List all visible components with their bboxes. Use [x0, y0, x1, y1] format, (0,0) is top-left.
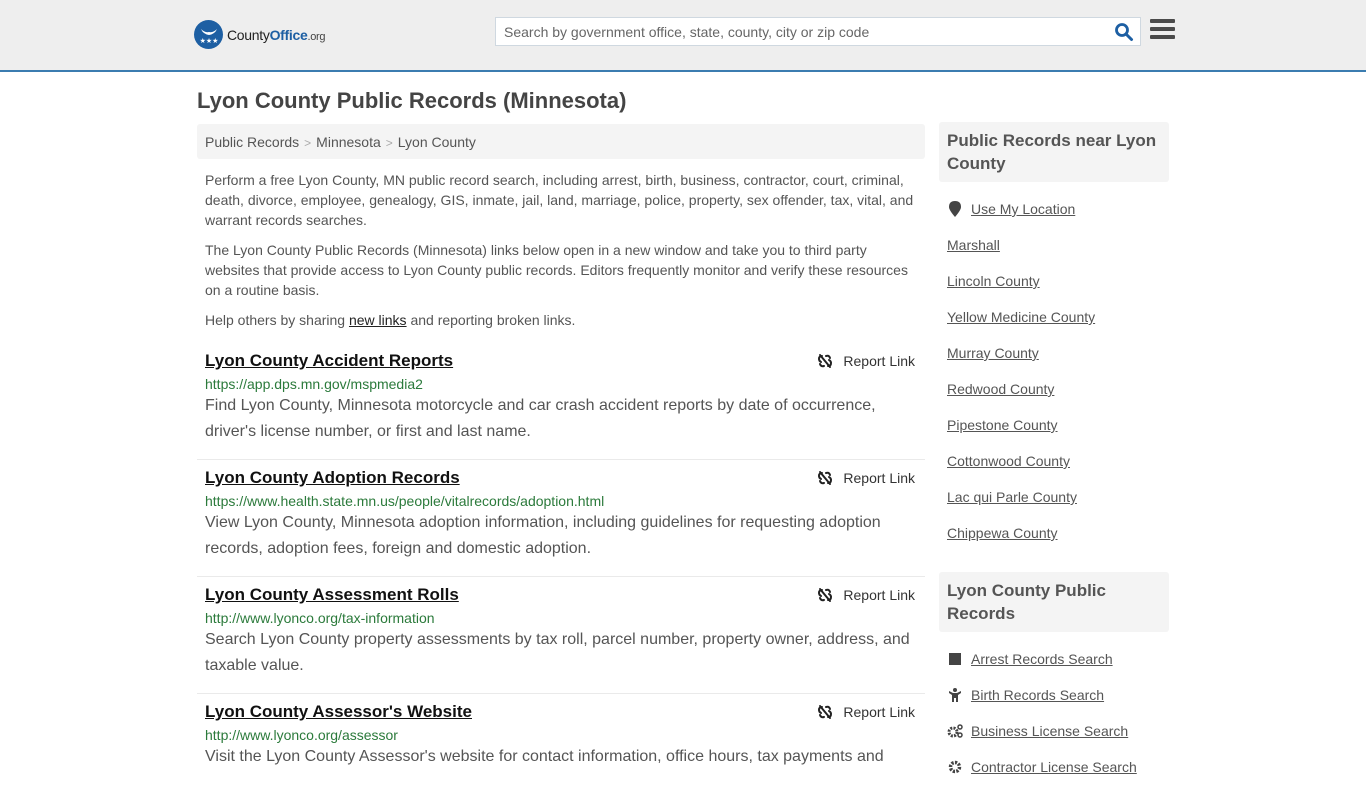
new-links-link[interactable]: new links	[349, 312, 407, 328]
record-item: Lyon County Accident Reports https://app…	[197, 343, 925, 460]
record-title-link[interactable]: Lyon County Assessor's Website	[205, 702, 472, 722]
site-logo[interactable]: ★★★ CountyOffice.org	[194, 20, 326, 49]
record-item: Lyon County Assessment Rolls http://www.…	[197, 577, 925, 694]
use-my-location-item: Use My Location	[947, 191, 1161, 227]
sidebar-item-nearby: Cottonwood County	[947, 443, 1161, 479]
sidebar-item-nearby: Marshall	[947, 227, 1161, 263]
broken-link-icon	[818, 705, 833, 719]
broken-link-icon	[818, 471, 833, 485]
hamburger-menu-button[interactable]	[1150, 19, 1175, 41]
search-button[interactable]	[1114, 22, 1134, 42]
site-header: ★★★ CountyOffice.org	[0, 0, 1366, 72]
intro-paragraph-1: Perform a free Lyon County, MN public re…	[205, 172, 914, 228]
business-license-link[interactable]: Business License Search	[971, 723, 1128, 739]
contractor-license-link[interactable]: Contractor License Search	[971, 759, 1137, 775]
breadcrumb-separator: >	[385, 136, 393, 150]
sidebar-county-records: Lyon County Public Records Arrest Record…	[939, 572, 1169, 785]
sidebar-item-nearby: Pipestone County	[947, 407, 1161, 443]
nearby-link[interactable]: Yellow Medicine County	[947, 309, 1095, 325]
nearby-link[interactable]: Murray County	[947, 345, 1039, 361]
nearby-link[interactable]: Cottonwood County	[947, 453, 1070, 469]
logo-text: CountyOffice.org	[227, 26, 326, 43]
record-item: Lyon County Assessor's Website http://ww…	[197, 694, 925, 811]
sidebar-item-nearby: Yellow Medicine County	[947, 299, 1161, 335]
sidebar-item-nearby: Lac qui Parle County	[947, 479, 1161, 515]
sidebar-nearby-heading: Public Records near Lyon County	[939, 122, 1169, 182]
record-description: Find Lyon County, Minnesota motorcycle a…	[205, 397, 876, 440]
menu-bar-icon	[1150, 27, 1175, 31]
map-marker-icon	[947, 201, 963, 217]
search-input[interactable]	[496, 18, 1096, 45]
breadcrumb-public-records[interactable]: Public Records	[205, 134, 299, 150]
records-list: Lyon County Accident Reports https://app…	[197, 343, 925, 811]
breadcrumb-separator: >	[304, 136, 312, 150]
record-title-link[interactable]: Lyon County Accident Reports	[205, 351, 453, 371]
breadcrumb: Public Records > Minnesota > Lyon County	[197, 124, 925, 159]
search-box	[495, 17, 1141, 46]
record-title-link[interactable]: Lyon County Adoption Records	[205, 468, 460, 488]
sidebar-item-nearby: Murray County	[947, 335, 1161, 371]
breadcrumb-minnesota[interactable]: Minnesota	[316, 134, 381, 150]
svg-text:★★★: ★★★	[199, 37, 218, 45]
sidebar-item-business-license: Business License Search	[947, 713, 1161, 749]
search-icon	[1115, 23, 1133, 41]
record-item: Lyon County Adoption Records https://www…	[197, 460, 925, 577]
sidebar-item-nearby: Lincoln County	[947, 263, 1161, 299]
menu-bar-icon	[1150, 35, 1175, 39]
sidebar-item-birth-records: Birth Records Search	[947, 677, 1161, 713]
record-description: Search Lyon County property assessments …	[205, 631, 910, 674]
nearby-link[interactable]: Lincoln County	[947, 273, 1040, 289]
broken-link-icon	[818, 588, 833, 602]
broken-link-icon	[818, 354, 833, 368]
nearby-link[interactable]: Pipestone County	[947, 417, 1058, 433]
menu-bar-icon	[1150, 19, 1175, 23]
report-link-button[interactable]: Report Link	[817, 704, 915, 720]
report-link-button[interactable]: Report Link	[817, 470, 915, 486]
nearby-link[interactable]: Marshall	[947, 237, 1000, 253]
record-description: View Lyon County, Minnesota adoption inf…	[205, 514, 881, 557]
sidebar-county-records-heading: Lyon County Public Records	[939, 572, 1169, 632]
square-icon	[947, 653, 963, 665]
report-link-button[interactable]: Report Link	[817, 587, 915, 603]
gears-icon	[947, 724, 963, 738]
record-url[interactable]: https://app.dps.mn.gov/mspmedia2	[205, 376, 917, 392]
sidebar-item-contractor-license: Contractor License Search	[947, 749, 1161, 785]
page-title: Lyon County Public Records (Minnesota)	[197, 88, 627, 113]
sidebar-item-arrest-records: Arrest Records Search	[947, 641, 1161, 677]
nearby-link[interactable]: Lac qui Parle County	[947, 489, 1077, 505]
sidebar-item-nearby: Redwood County	[947, 371, 1161, 407]
gear-icon	[947, 760, 963, 774]
use-my-location-link[interactable]: Use My Location	[971, 201, 1075, 217]
child-icon	[947, 688, 963, 702]
sidebar-item-nearby: Chippewa County	[947, 515, 1161, 551]
nearby-link[interactable]: Chippewa County	[947, 525, 1058, 541]
nearby-link[interactable]: Redwood County	[947, 381, 1054, 397]
arrest-records-link[interactable]: Arrest Records Search	[971, 651, 1113, 667]
eagle-stars-icon: ★★★	[194, 20, 223, 49]
intro-paragraph-2: The Lyon County Public Records (Minnesot…	[205, 242, 908, 298]
intro-text: Perform a free Lyon County, MN public re…	[205, 170, 920, 340]
record-url[interactable]: http://www.lyonco.org/assessor	[205, 727, 917, 743]
intro-paragraph-3: Help others by sharing new links and rep…	[205, 312, 576, 328]
breadcrumb-lyon-county[interactable]: Lyon County	[398, 134, 476, 150]
birth-records-link[interactable]: Birth Records Search	[971, 687, 1104, 703]
record-url[interactable]: http://www.lyonco.org/tax-information	[205, 610, 917, 626]
record-description: Visit the Lyon County Assessor's website…	[205, 748, 884, 765]
report-link-button[interactable]: Report Link	[817, 353, 915, 369]
record-url[interactable]: https://www.health.state.mn.us/people/vi…	[205, 493, 917, 509]
record-title-link[interactable]: Lyon County Assessment Rolls	[205, 585, 459, 605]
sidebar-nearby: Public Records near Lyon County Use My L…	[939, 122, 1169, 551]
